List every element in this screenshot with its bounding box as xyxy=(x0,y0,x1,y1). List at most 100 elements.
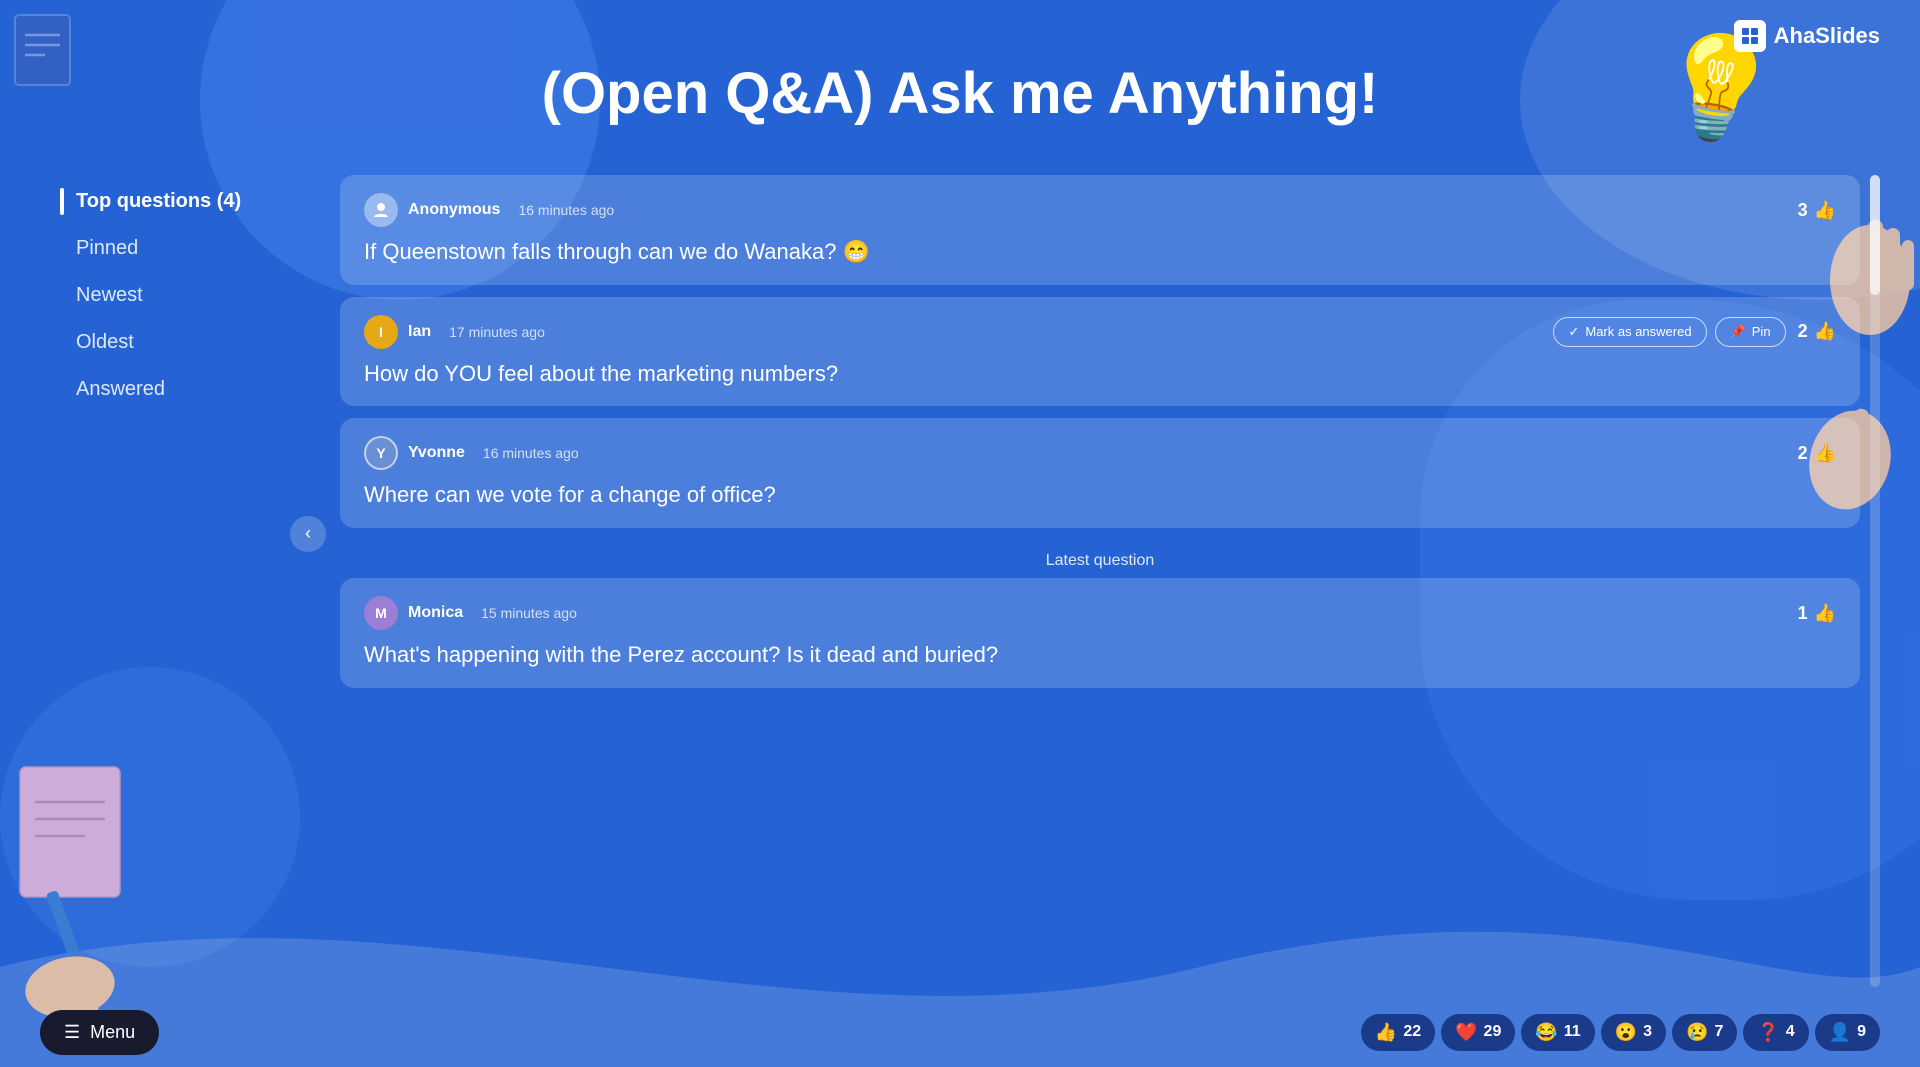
like-number-3: 2 xyxy=(1798,443,1808,464)
reactions-bar: 👍 22 ❤️ 29 😂 11 😮 3 😢 7 ❓ 4 👤 9 xyxy=(1361,1014,1880,1051)
menu-label: Menu xyxy=(90,1022,135,1043)
card-header-right-3: 2 👍 xyxy=(1798,443,1836,464)
questions-list: Anonymous 16 minutes ago 3 👍 If Queensto… xyxy=(340,175,1860,927)
avatar-1 xyxy=(364,193,398,227)
heart-reaction-count: 29 xyxy=(1484,1023,1502,1041)
users-emoji: 👤 xyxy=(1829,1022,1851,1043)
pin-button-2[interactable]: 📌 Pin xyxy=(1715,317,1786,347)
card-header-left-latest: M Monica 15 minutes ago xyxy=(364,596,577,630)
heart-emoji: ❤️ xyxy=(1455,1022,1477,1043)
card-header-left-1: Anonymous 16 minutes ago xyxy=(364,193,614,227)
reaction-question[interactable]: ❓ 4 xyxy=(1743,1014,1808,1051)
question-text-3: Where can we vote for a change of office… xyxy=(364,480,1836,510)
sidebar-item-answered[interactable]: Answered xyxy=(60,368,280,411)
time-1: 16 minutes ago xyxy=(518,202,614,218)
like-count-3: 2 👍 xyxy=(1798,443,1836,464)
mark-answered-button-2[interactable]: ✓ Mark as answered xyxy=(1553,317,1706,347)
pin-icon: 📌 xyxy=(1730,324,1746,340)
wow-emoji: 😮 xyxy=(1615,1022,1637,1043)
scroll-track[interactable] xyxy=(1870,175,1880,987)
menu-button[interactable]: ☰ Menu xyxy=(40,1010,159,1055)
like-icon-latest[interactable]: 👍 xyxy=(1814,603,1836,624)
author-3: Yvonne xyxy=(408,444,465,462)
sidebar-label-newest: Newest xyxy=(76,284,143,306)
laugh-reaction-count: 11 xyxy=(1564,1023,1581,1041)
sidebar-item-pinned[interactable]: Pinned xyxy=(60,227,280,270)
like-count-2: 2 👍 xyxy=(1798,321,1836,342)
reaction-users[interactable]: 👤 9 xyxy=(1815,1014,1880,1051)
like-count-latest: 1 👍 xyxy=(1798,603,1836,624)
question-text-latest: What's happening with the Perez account?… xyxy=(364,640,1836,670)
like-emoji: 👍 xyxy=(1375,1022,1397,1043)
question-card-3: Y Yvonne 16 minutes ago 2 👍 Where can we… xyxy=(340,418,1860,528)
page-title: (Open Q&A) Ask me Anything! xyxy=(0,60,1920,127)
card-header-right-2: ✓ Mark as answered 📌 Pin 2 👍 xyxy=(1553,317,1836,347)
check-icon: ✓ xyxy=(1568,324,1579,340)
card-header-2: I Ian 17 minutes ago ✓ Mark as answered … xyxy=(364,315,1836,349)
card-actions-2: ✓ Mark as answered 📌 Pin xyxy=(1553,317,1785,347)
logo-icon xyxy=(1734,20,1766,52)
question-card-2: I Ian 17 minutes ago ✓ Mark as answered … xyxy=(340,297,1860,407)
avatar-2: I xyxy=(364,315,398,349)
sidebar: Top questions (4) Pinned Newest Oldest A… xyxy=(60,180,280,415)
avatar-3: Y xyxy=(364,436,398,470)
main-content: Anonymous 16 minutes ago 3 👍 If Queensto… xyxy=(340,175,1860,987)
like-count-1: 3 👍 xyxy=(1798,200,1836,221)
like-icon-3[interactable]: 👍 xyxy=(1814,443,1836,464)
like-icon-2[interactable]: 👍 xyxy=(1814,321,1836,342)
card-header-left-3: Y Yvonne 16 minutes ago xyxy=(364,436,579,470)
time-latest: 15 minutes ago xyxy=(481,605,577,621)
author-latest: Monica xyxy=(408,604,463,622)
like-number-2: 2 xyxy=(1798,321,1808,342)
question-card-1: Anonymous 16 minutes ago 3 👍 If Queensto… xyxy=(340,175,1860,285)
logo-text: AhaSlides xyxy=(1774,23,1880,49)
card-header-3: Y Yvonne 16 minutes ago 2 👍 xyxy=(364,436,1836,470)
sidebar-label-top-questions: Top questions (4) xyxy=(76,190,241,212)
like-number-1: 3 xyxy=(1798,200,1808,221)
sidebar-item-oldest[interactable]: Oldest xyxy=(60,321,280,364)
collapse-sidebar-button[interactable]: ‹ xyxy=(290,516,326,552)
question-emoji: ❓ xyxy=(1757,1022,1779,1043)
reaction-like[interactable]: 👍 22 xyxy=(1361,1014,1435,1051)
sidebar-label-oldest: Oldest xyxy=(76,331,134,353)
reaction-sad[interactable]: 😢 7 xyxy=(1672,1014,1737,1051)
sidebar-label-answered: Answered xyxy=(76,378,165,400)
card-header-1: Anonymous 16 minutes ago 3 👍 xyxy=(364,193,1836,227)
top-questions-badge: (4) xyxy=(217,190,241,212)
card-header-latest: M Monica 15 minutes ago 1 👍 xyxy=(364,596,1836,630)
scroll-thumb[interactable] xyxy=(1870,175,1880,295)
card-header-right-1: 3 👍 xyxy=(1798,200,1836,221)
mark-answered-label: Mark as answered xyxy=(1585,324,1691,339)
card-header-right-latest: 1 👍 xyxy=(1798,603,1836,624)
sidebar-item-top-questions[interactable]: Top questions (4) xyxy=(60,180,280,223)
sad-reaction-count: 7 xyxy=(1714,1023,1723,1041)
author-1: Anonymous xyxy=(408,201,500,219)
menu-icon: ☰ xyxy=(64,1022,80,1043)
laugh-emoji: 😂 xyxy=(1535,1022,1557,1043)
card-header-left-2: I Ian 17 minutes ago xyxy=(364,315,545,349)
question-text-1: If Queenstown falls through can we do Wa… xyxy=(364,237,1836,267)
time-3: 16 minutes ago xyxy=(483,445,579,461)
users-reaction-count: 9 xyxy=(1857,1023,1866,1041)
like-reaction-count: 22 xyxy=(1403,1023,1421,1041)
sidebar-label-pinned: Pinned xyxy=(76,237,138,259)
wow-reaction-count: 3 xyxy=(1643,1023,1652,1041)
reaction-laugh[interactable]: 😂 11 xyxy=(1521,1014,1594,1051)
decoration-left-hand xyxy=(0,737,160,1017)
question-card-latest: M Monica 15 minutes ago 1 👍 What's happe… xyxy=(340,578,1860,688)
like-icon-1[interactable]: 👍 xyxy=(1814,200,1836,221)
question-reaction-count: 4 xyxy=(1786,1023,1795,1041)
latest-question-label: Latest question xyxy=(340,540,1860,578)
bottom-bar: ☰ Menu 👍 22 ❤️ 29 😂 11 😮 3 😢 7 ❓ 4 👤 xyxy=(0,997,1920,1067)
sad-emoji: 😢 xyxy=(1686,1022,1708,1043)
logo: AhaSlides xyxy=(1734,20,1880,52)
avatar-latest: M xyxy=(364,596,398,630)
reaction-wow[interactable]: 😮 3 xyxy=(1601,1014,1666,1051)
pin-label: Pin xyxy=(1752,324,1771,339)
question-text-2: How do YOU feel about the marketing numb… xyxy=(364,359,1836,389)
sidebar-item-newest[interactable]: Newest xyxy=(60,274,280,317)
time-2: 17 minutes ago xyxy=(449,324,545,340)
like-number-latest: 1 xyxy=(1798,603,1808,624)
reaction-heart[interactable]: ❤️ 29 xyxy=(1441,1014,1515,1051)
author-2: Ian xyxy=(408,323,431,341)
